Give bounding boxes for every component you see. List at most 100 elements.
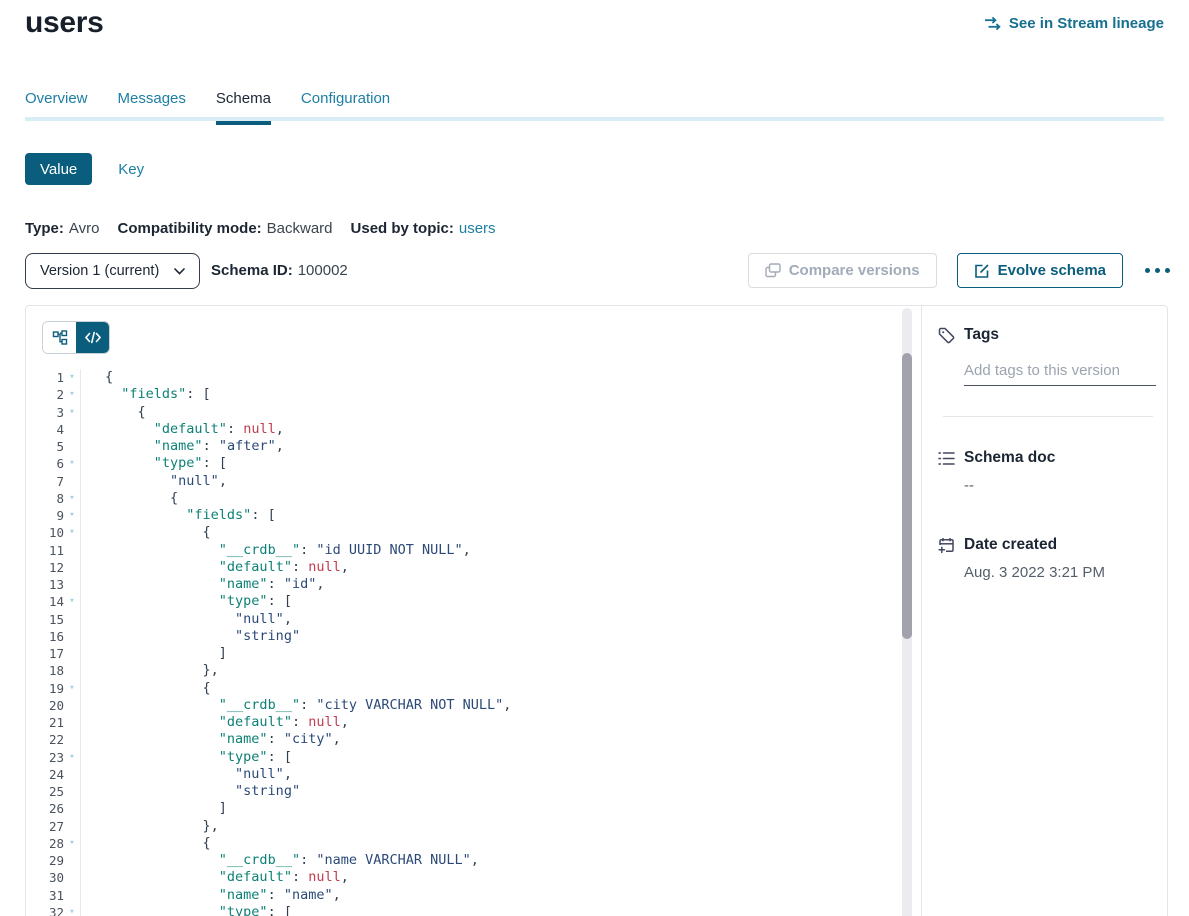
fold-spacer <box>64 697 80 714</box>
code-line: 25 "string" <box>26 783 902 800</box>
gutter-cell: 29 <box>26 852 81 869</box>
gutter-cell: 25 <box>26 783 81 800</box>
fold-toggle-icon[interactable]: ▾ <box>64 490 80 507</box>
code-text: "null", <box>81 611 292 628</box>
gutter-cell: 30 <box>26 869 81 886</box>
line-number: 10 <box>26 524 64 541</box>
code-text: { <box>81 404 146 421</box>
gutter-cell: 27 <box>26 818 81 835</box>
fold-spacer <box>64 887 80 904</box>
code-text: "name": "city", <box>81 731 341 748</box>
compare-versions-button[interactable]: Compare versions <box>748 253 937 288</box>
fold-spacer <box>64 421 80 438</box>
gutter-cell: 13 <box>26 576 81 593</box>
stream-lineage-label: See in Stream lineage <box>1009 15 1164 32</box>
code-text: "default": null, <box>81 559 349 576</box>
stream-lineage-link[interactable]: See in Stream lineage <box>984 15 1164 32</box>
fold-toggle-icon[interactable]: ▾ <box>64 507 80 524</box>
code-line: 14▾ "type": [ <box>26 593 902 610</box>
line-number: 24 <box>26 766 64 783</box>
code-scrollbar-track[interactable] <box>902 308 912 916</box>
tag-icon <box>938 327 955 344</box>
code-line: 20 "__crdb__": "city VARCHAR NOT NULL", <box>26 697 902 714</box>
code-scrollbar-thumb[interactable] <box>902 353 912 639</box>
calendar-plus-icon <box>938 537 955 554</box>
code-editor[interactable]: 1▾{2▾ "fields": [3▾ {4 "default": null,5… <box>26 369 902 916</box>
line-number: 26 <box>26 800 64 817</box>
code-line: 5 "name": "after", <box>26 438 902 455</box>
fold-toggle-icon[interactable]: ▾ <box>64 749 80 766</box>
code-text: "default": null, <box>81 421 284 438</box>
code-text: }, <box>81 818 219 835</box>
gutter-cell: 17 <box>26 645 81 662</box>
gutter-cell: 11 <box>26 542 81 559</box>
line-number: 12 <box>26 559 64 576</box>
code-text: "__crdb__": "name VARCHAR NULL", <box>81 852 479 869</box>
code-text: "type": [ <box>81 455 227 472</box>
code-view-button[interactable] <box>76 322 109 353</box>
fold-toggle-icon[interactable]: ▾ <box>64 369 80 386</box>
code-line: 6▾ "type": [ <box>26 455 902 472</box>
code-line: 27 }, <box>26 818 902 835</box>
fold-spacer <box>64 714 80 731</box>
fold-spacer <box>64 542 80 559</box>
code-line: 15 "null", <box>26 611 902 628</box>
code-text: "type": [ <box>81 749 292 766</box>
list-icon <box>938 450 955 467</box>
code-line: 12 "default": null, <box>26 559 902 576</box>
fold-toggle-icon[interactable]: ▾ <box>64 680 80 697</box>
fold-toggle-icon[interactable]: ▾ <box>64 524 80 541</box>
line-number: 27 <box>26 818 64 835</box>
fold-toggle-icon[interactable]: ▾ <box>64 404 80 421</box>
fold-spacer <box>64 800 80 817</box>
gutter-cell: 10▾ <box>26 524 81 541</box>
schema-id-value: 100002 <box>298 262 348 279</box>
evolve-schema-button[interactable]: Evolve schema <box>957 253 1123 288</box>
version-select-value: Version 1 (current) <box>40 263 159 279</box>
schema-doc-title: Schema doc <box>964 449 1055 467</box>
version-select[interactable]: Version 1 (current) <box>25 253 200 289</box>
schema-page: users See in Stream lineage Overview Mes… <box>0 0 1189 916</box>
line-number: 5 <box>26 438 64 455</box>
code-text: ] <box>81 800 227 817</box>
more-options-button[interactable] <box>1143 264 1172 277</box>
code-line: 23▾ "type": [ <box>26 749 902 766</box>
line-number: 17 <box>26 645 64 662</box>
line-number: 29 <box>26 852 64 869</box>
gutter-cell: 26 <box>26 800 81 817</box>
fold-toggle-icon[interactable]: ▾ <box>64 593 80 610</box>
code-text: ] <box>81 645 227 662</box>
stream-lineage-icon <box>984 16 1002 31</box>
value-toggle-button[interactable]: Value <box>25 153 92 185</box>
tags-input[interactable] <box>964 358 1156 386</box>
code-line: 10▾ { <box>26 524 902 541</box>
fold-toggle-icon[interactable]: ▾ <box>64 835 80 852</box>
code-line: 16 "string" <box>26 628 902 645</box>
line-number: 3 <box>26 404 64 421</box>
code-line: 18 }, <box>26 662 902 679</box>
key-toggle-button[interactable]: Key <box>118 161 144 178</box>
gutter-cell: 14▾ <box>26 593 81 610</box>
type-value: Avro <box>69 220 100 237</box>
fold-toggle-icon[interactable]: ▾ <box>64 455 80 472</box>
fold-toggle-icon[interactable]: ▾ <box>64 904 80 916</box>
view-mode-toggle <box>42 321 110 354</box>
gutter-cell: 9▾ <box>26 507 81 524</box>
tree-view-button[interactable] <box>43 322 76 353</box>
line-number: 6 <box>26 455 64 472</box>
code-text: "default": null, <box>81 869 349 886</box>
topic-link[interactable]: users <box>459 220 496 237</box>
code-text: "null", <box>81 473 227 490</box>
fold-toggle-icon[interactable]: ▾ <box>64 386 80 403</box>
line-number: 14 <box>26 593 64 610</box>
code-line: 13 "name": "id", <box>26 576 902 593</box>
fold-spacer <box>64 611 80 628</box>
gutter-cell: 8▾ <box>26 490 81 507</box>
type-label: Type: <box>25 220 64 237</box>
code-text: { <box>81 369 113 386</box>
compatibility-value: Backward <box>267 220 333 237</box>
code-line: 32▾ "type": [ <box>26 904 902 916</box>
code-line: 1▾{ <box>26 369 902 386</box>
line-number: 11 <box>26 542 64 559</box>
gutter-cell: 7 <box>26 473 81 490</box>
